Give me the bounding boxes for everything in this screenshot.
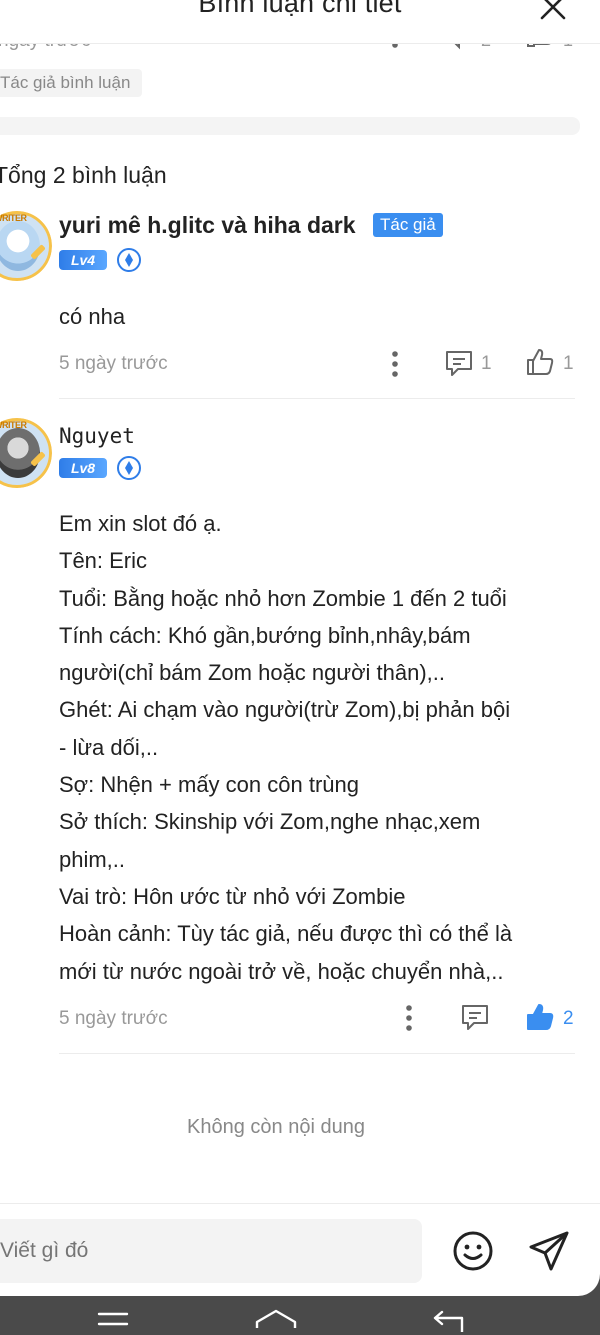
comment-line: mới từ nước ngoài trở về, hoặc chuyển nh… <box>59 958 504 984</box>
thumbs-up-icon[interactable] <box>525 1002 555 1032</box>
menu-icon[interactable] <box>97 1310 129 1330</box>
author-badge: Tác giả <box>373 213 443 237</box>
comment-icon[interactable] <box>460 1003 490 1031</box>
avatar-frame-tag: WRITER <box>0 213 27 223</box>
comment-line: Sợ: Nhện + mấy con côn trùng <box>59 772 359 798</box>
avatar[interactable]: WRITER <box>0 418 52 488</box>
section-divider <box>0 117 580 135</box>
comment-input[interactable] <box>0 1219 422 1283</box>
username[interactable]: Nguyet <box>59 424 135 448</box>
comment-line: Vai trò: Hôn ước từ nhỏ với Zombie <box>59 883 406 909</box>
rank-icon <box>117 248 141 272</box>
comment-divider <box>59 1053 575 1054</box>
send-icon[interactable] <box>527 1229 571 1273</box>
comment-line: có nha <box>59 304 126 329</box>
system-nav-bar <box>0 1274 600 1335</box>
emoji-icon[interactable] <box>451 1229 495 1273</box>
close-icon[interactable] <box>538 0 568 22</box>
comment-line: phim,.. <box>59 846 126 872</box>
back-icon[interactable] <box>430 1310 466 1332</box>
comment-line: Tên: Eric <box>59 548 148 574</box>
comment-line: Sở thích: Skinship với Zom,nghe nhạc,xem <box>59 809 481 835</box>
comment-body: có nha <box>59 298 589 335</box>
comment-detail-sheet: Bình luận chi tiết ngày trước 2 1 Tác gi… <box>0 0 600 1300</box>
comment-time: 5 ngày trước <box>59 1008 168 1029</box>
comment-divider <box>59 398 575 399</box>
level-badge: Lv8 <box>59 458 107 478</box>
comment-line: - lừa dối,.. <box>59 734 159 760</box>
end-of-list-label: Không còn nội dung <box>187 1116 365 1138</box>
rank-icon <box>117 456 141 480</box>
comment-line: Em xin slot đó ạ. <box>59 511 222 536</box>
home-icon[interactable] <box>253 1308 299 1330</box>
like-count: 1 <box>563 353 574 374</box>
like-count: 2 <box>563 1008 574 1029</box>
level-badge: Lv4 <box>59 250 107 270</box>
avatar[interactable]: WRITER <box>0 211 52 281</box>
comment-icon[interactable] <box>444 349 474 377</box>
reply-count: 1 <box>481 353 492 374</box>
comment-line: Tính cách: Khó gần,bướng bỉnh,nhây,bám <box>59 622 471 648</box>
comment-time: 5 ngày trước <box>59 353 168 374</box>
comment-line: Hoàn cảnh: Tùy tác giả, nếu được thì có … <box>59 921 513 947</box>
username[interactable]: yuri mê h.glitc và hiha dark <box>59 212 356 239</box>
input-bar-divider <box>0 1203 600 1204</box>
avatar-frame-tag: WRITER <box>0 420 27 430</box>
more-icon[interactable] <box>391 350 399 378</box>
total-comments-label: Tổng 2 bình luận <box>0 162 167 188</box>
comment-body: Em xin slot đó ạ. Tên: Eric Tuổi: Bằng h… <box>59 505 589 990</box>
thumbs-up-icon[interactable] <box>525 347 555 377</box>
comment-line: Tuổi: Bằng hoặc nhỏ hơn Zombie 1 đến 2 t… <box>59 585 507 611</box>
comment-line: người(chỉ bám Zom hoặc người thân),.. <box>59 660 446 686</box>
more-icon[interactable] <box>405 1004 413 1032</box>
author-replied-tag: Tác giả bình luận <box>0 69 143 97</box>
page-title: Bình luận chi tiết <box>198 0 402 18</box>
comment-line: Ghét: Ai chạm vào người(trừ Zom),bị phản… <box>59 697 511 723</box>
header: Bình luận chi tiết <box>0 0 600 44</box>
